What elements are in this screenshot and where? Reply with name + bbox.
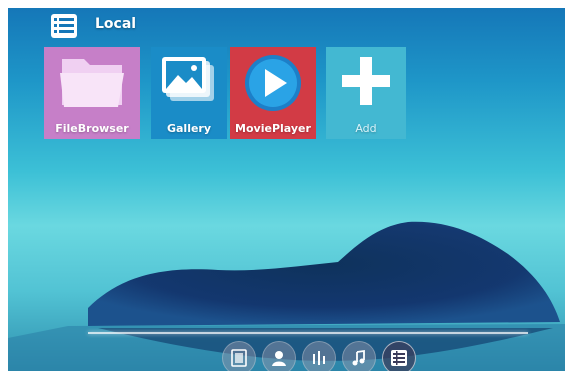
tile-label: MoviePlayer xyxy=(235,122,311,135)
tile-gallery[interactable]: Gallery xyxy=(151,47,227,139)
dock-film-button[interactable] xyxy=(222,341,256,371)
folder-icon xyxy=(60,59,124,107)
tile-add[interactable]: Add xyxy=(326,47,406,139)
image-stack-icon xyxy=(162,57,214,101)
music-note-icon xyxy=(352,349,365,366)
dock-divider xyxy=(88,332,528,334)
film-icon xyxy=(231,349,247,367)
equalizer-icon xyxy=(313,351,325,365)
home-screen: Local FileBrowser Gallery MoviePlayer Ad… xyxy=(8,8,565,371)
dock-person-button[interactable] xyxy=(262,341,296,371)
play-circle-icon xyxy=(245,55,301,111)
plus-icon xyxy=(342,57,390,105)
tile-label: Add xyxy=(355,122,377,135)
tile-label: FileBrowser xyxy=(55,122,129,135)
tile-movieplayer[interactable]: MoviePlayer xyxy=(230,47,316,139)
dock-list-button[interactable] xyxy=(382,341,416,371)
dock-music-button[interactable] xyxy=(342,341,376,371)
tile-label: Gallery xyxy=(166,122,212,135)
dock-equalizer-button[interactable] xyxy=(302,341,336,371)
tile-filebrowser[interactable]: FileBrowser xyxy=(44,47,140,139)
list-grid-icon xyxy=(391,350,407,366)
page-title: Local xyxy=(95,16,137,32)
person-icon xyxy=(272,351,286,366)
list-grid-icon[interactable] xyxy=(50,12,78,40)
